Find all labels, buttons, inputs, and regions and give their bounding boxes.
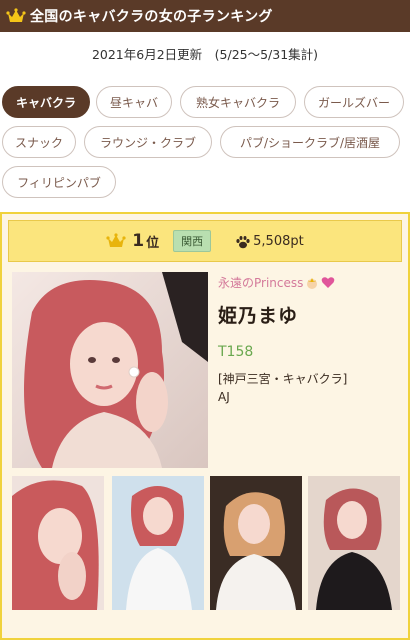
- heart-icon: [321, 276, 335, 289]
- crown-icon: [106, 233, 126, 249]
- shop-area[interactable]: [神戸三宮・キャバクラ]: [218, 370, 404, 387]
- region-badge: 関西: [173, 230, 212, 252]
- profile-info: 永遠のPrincess 姫乃まゆ T158 [神戸三宮・キャバクラ] AJ: [218, 274, 404, 404]
- profile-name[interactable]: 姫乃まゆ: [218, 301, 404, 328]
- rank-number: 1: [132, 231, 145, 251]
- catchphrase: 永遠のPrincess: [218, 274, 404, 291]
- thumbnail-photo[interactable]: [308, 476, 400, 610]
- rank-bar: 1 位 関西 5,508pt: [8, 220, 402, 262]
- profile-photo[interactable]: [12, 272, 208, 468]
- tab-girls-bar[interactable]: ガールズバー: [304, 86, 404, 118]
- thumbnail-photo[interactable]: [12, 476, 104, 610]
- paw-icon: [235, 234, 251, 249]
- rank-suffix: 位: [146, 235, 160, 251]
- tab-snack[interactable]: スナック: [2, 126, 76, 158]
- thumbnail-photo[interactable]: [112, 476, 204, 610]
- page-title: 全国のキャバクラの女の子ランキング: [30, 9, 273, 25]
- shop-name[interactable]: AJ: [218, 390, 404, 404]
- tab-daytime-cabaret[interactable]: 昼キャバ: [96, 86, 172, 118]
- tab-mature-cabaret[interactable]: 熟女キャバクラ: [180, 86, 296, 118]
- updated-date: 2021年6月2日更新 (5/25〜5/31集計): [91, 47, 319, 62]
- thumbnail-photo[interactable]: [210, 476, 302, 610]
- ranking-card[interactable]: 1 位 関西 5,508pt 永遠のPrincess 姫乃まゆ T158 [神戸…: [0, 212, 410, 640]
- page-header: 全国のキャバクラの女の子ランキング: [0, 0, 410, 32]
- tab-cabaret[interactable]: キャバクラ: [2, 86, 90, 118]
- tab-lounge-club[interactable]: ラウンジ・クラブ: [84, 126, 212, 158]
- crown-icon: [6, 8, 26, 24]
- points-value: 5,508pt: [253, 233, 304, 249]
- tab-pub-showclub[interactable]: パブ/ショークラブ/居酒屋: [220, 126, 400, 158]
- category-tabs: キャバクラ 昼キャバ 熟女キャバクラ ガールズバー スナック ラウンジ・クラブ …: [0, 86, 410, 198]
- catchphrase-text: 永遠のPrincess: [218, 276, 304, 290]
- photo-thumbnails: [12, 476, 402, 610]
- princess-icon: [305, 276, 319, 290]
- tab-philippine-pub[interactable]: フィリピンパブ: [2, 166, 116, 198]
- profile-height: T158: [218, 344, 254, 360]
